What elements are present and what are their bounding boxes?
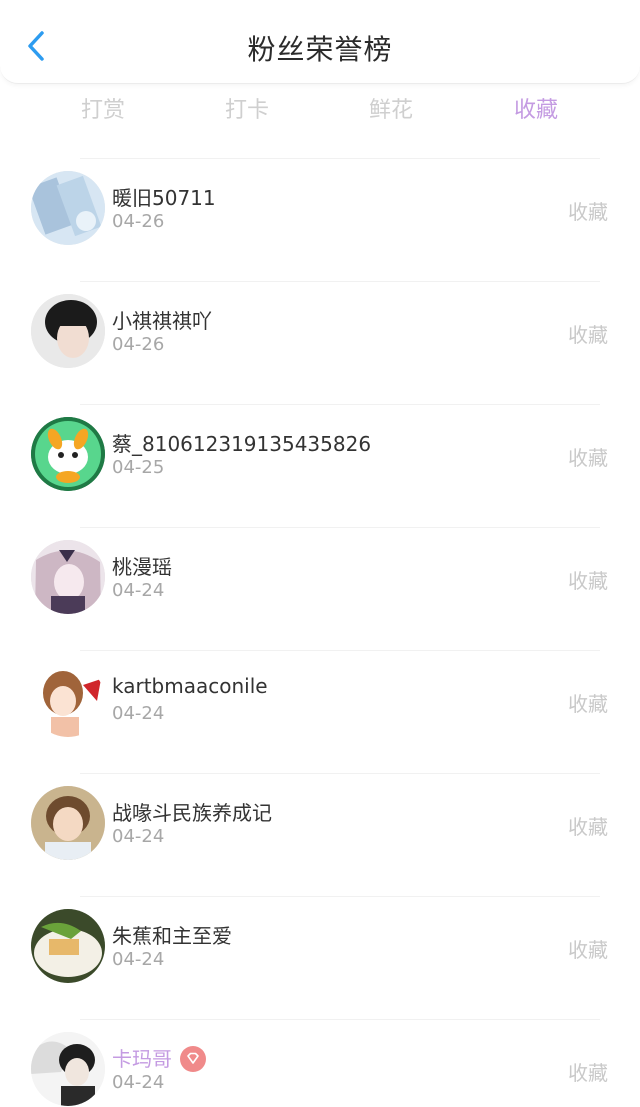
list-item[interactable]: 小祺祺祺吖 04-26 收藏: [0, 281, 640, 404]
avatar[interactable]: [31, 171, 105, 245]
tab-favorites[interactable]: 收藏: [476, 92, 596, 124]
avatar[interactable]: [31, 1032, 105, 1106]
action-label: 收藏: [568, 1061, 608, 1085]
action-label: 收藏: [568, 323, 608, 347]
fan-date: 04-26: [112, 211, 165, 232]
avatar[interactable]: [31, 540, 105, 614]
avatar[interactable]: [31, 786, 105, 860]
avatar[interactable]: [31, 663, 105, 737]
avatar-image: [31, 909, 105, 983]
avatar[interactable]: [31, 417, 105, 491]
divider: [80, 281, 600, 282]
fan-date: 04-26: [112, 334, 165, 355]
avatar-image: [31, 417, 105, 491]
diamond-badge-icon: [180, 1045, 206, 1072]
fan-name: 桃漫瑶: [112, 555, 172, 579]
tab-checkin[interactable]: 打卡: [187, 92, 307, 124]
fan-name: 朱蕉和主至爱: [112, 924, 232, 948]
fan-date: 04-24: [112, 1072, 165, 1093]
divider: [80, 650, 600, 651]
action-label: 收藏: [568, 200, 608, 224]
tab-reward[interactable]: 打赏: [43, 92, 163, 124]
fan-name: 暖旧50711: [112, 186, 216, 210]
divider: [80, 773, 600, 774]
list-item[interactable]: 蔡_810612319135435826 04-25 收藏: [0, 404, 640, 527]
list-item[interactable]: 桃漫瑶 04-24 收藏: [0, 527, 640, 650]
avatar[interactable]: [31, 909, 105, 983]
fan-name-text: 卡玛哥: [112, 1047, 172, 1071]
fan-date: 04-24: [112, 703, 165, 724]
action-label: 收藏: [568, 446, 608, 470]
action-label: 收藏: [568, 938, 608, 962]
fan-name: 卡玛哥: [112, 1043, 206, 1074]
fan-date: 04-24: [112, 949, 165, 970]
divider: [80, 158, 600, 159]
fan-date: 04-24: [112, 826, 165, 847]
list-item[interactable]: 暖旧50711 04-26 收藏: [0, 158, 640, 281]
avatar-image: [31, 663, 105, 737]
action-label: 收藏: [568, 569, 608, 593]
fan-date: 04-24: [112, 580, 165, 601]
tab-flowers[interactable]: 鲜花: [331, 92, 451, 124]
avatar-image: [31, 294, 105, 368]
list-item[interactable]: 战喙斗民族养成记 04-24 收藏: [0, 773, 640, 896]
list-item[interactable]: 卡玛哥 04-24 收藏: [0, 1019, 640, 1107]
action-label: 收藏: [568, 692, 608, 716]
fan-date: 04-25: [112, 457, 165, 478]
divider: [80, 404, 600, 405]
divider: [80, 896, 600, 897]
top-bar: 粉丝荣誉榜: [0, 0, 640, 84]
divider: [80, 1019, 600, 1020]
action-label: 收藏: [568, 815, 608, 839]
avatar-image: [31, 786, 105, 860]
avatar-image: [31, 540, 105, 614]
fan-name: kartbmaaconile: [112, 674, 268, 698]
page-title: 粉丝荣誉榜: [247, 33, 393, 66]
list-item[interactable]: 朱蕉和主至爱 04-24 收藏: [0, 896, 640, 1019]
avatar-image: [31, 1032, 105, 1106]
divider: [80, 527, 600, 528]
fan-name: 战喙斗民族养成记: [112, 801, 272, 825]
fan-name: 蔡_810612319135435826: [112, 432, 372, 456]
avatar[interactable]: [31, 294, 105, 368]
fan-name: 小祺祺祺吖: [112, 309, 212, 333]
list-item[interactable]: kartbmaaconile 04-24 收藏: [0, 650, 640, 773]
tab-bar: 打赏 打卡 鲜花 收藏: [0, 92, 640, 132]
avatar-image: [31, 171, 105, 245]
